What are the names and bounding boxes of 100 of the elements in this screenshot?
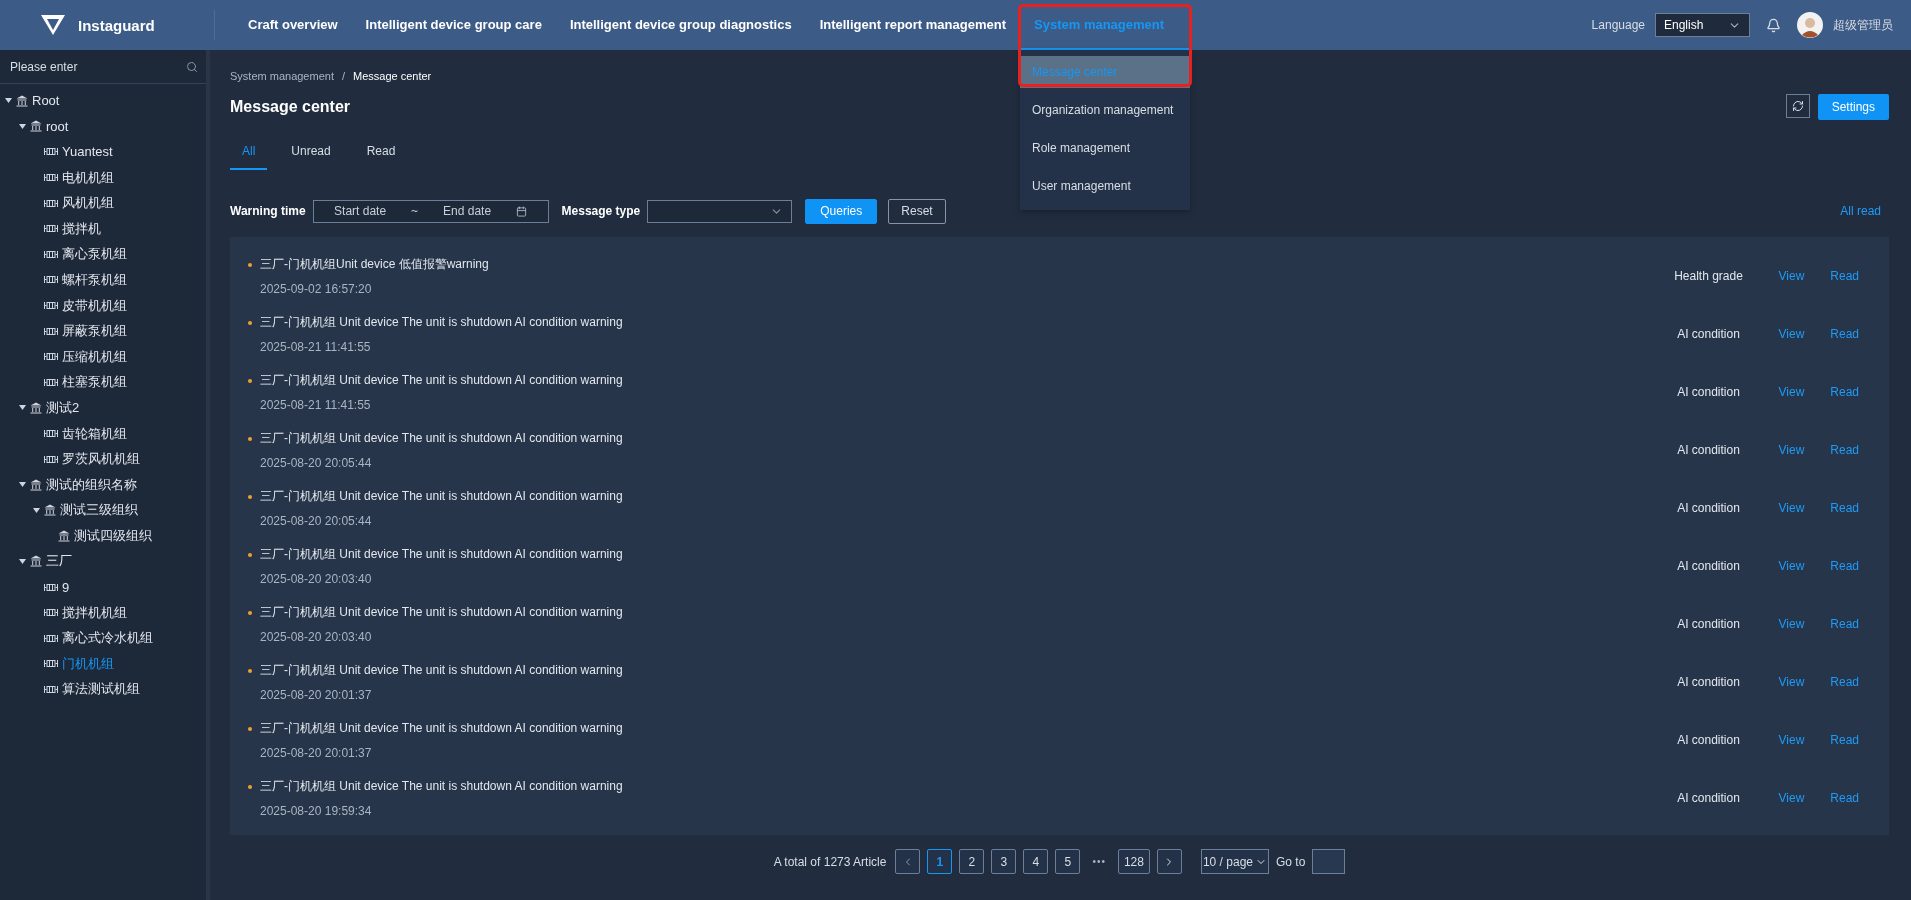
tree-item[interactable]: 测试的组织名称 bbox=[46, 475, 137, 494]
page-button[interactable]: 3 bbox=[991, 849, 1017, 874]
caret-icon[interactable] bbox=[18, 123, 26, 129]
search-icon[interactable] bbox=[186, 60, 198, 73]
tree-item[interactable]: 罗茨风机机组 bbox=[62, 450, 140, 469]
tab[interactable]: All bbox=[230, 134, 268, 170]
tree-item[interactable]: 离心泵机组 bbox=[62, 245, 127, 264]
tree-item[interactable]: 9 bbox=[62, 579, 70, 595]
language-label: Language bbox=[1591, 18, 1645, 32]
nav-item[interactable]: Intelligent device group diagnostics bbox=[555, 0, 806, 50]
message-title: 三厂-门机机组 Unit device The unit is shutdown AI condition warning bbox=[260, 372, 623, 389]
tree-item[interactable]: 屏蔽泵机组 bbox=[62, 322, 127, 341]
nav-item[interactable]: Intelligent device group care bbox=[351, 0, 556, 50]
date-range-field[interactable]: Start date ~ End date bbox=[312, 199, 549, 223]
tree-item[interactable]: 算法测试机组 bbox=[62, 680, 140, 699]
view-link[interactable]: View bbox=[1778, 501, 1805, 515]
language-select[interactable]: English bbox=[1655, 13, 1750, 37]
caret-icon[interactable] bbox=[32, 507, 40, 513]
view-link[interactable]: View bbox=[1778, 443, 1805, 457]
tree-item[interactable]: 电机机组 bbox=[62, 168, 114, 187]
message-title: 三厂-门机机组 Unit device The unit is shutdown AI condition warning bbox=[260, 778, 623, 795]
device-icon bbox=[44, 275, 58, 285]
page-button[interactable]: 1 bbox=[927, 849, 953, 874]
message-type: AI condition bbox=[1676, 501, 1741, 515]
read-link[interactable]: Read bbox=[1830, 675, 1859, 689]
breadcrumb-item[interactable]: System management bbox=[230, 70, 334, 82]
menu-item[interactable]: Role management bbox=[1020, 132, 1190, 164]
caret-icon[interactable] bbox=[18, 405, 26, 411]
menu-item[interactable]: Organization management bbox=[1020, 94, 1190, 126]
bell-icon[interactable] bbox=[1766, 17, 1781, 33]
refresh-button[interactable] bbox=[1785, 94, 1810, 118]
next-page-button[interactable] bbox=[1156, 849, 1182, 874]
read-link[interactable]: Read bbox=[1830, 733, 1859, 747]
view-link[interactable]: View bbox=[1778, 327, 1805, 341]
tree-item[interactable]: 皮带机机组 bbox=[62, 296, 127, 315]
tree-item[interactable]: 齿轮箱机组 bbox=[62, 424, 127, 443]
read-link[interactable]: Read bbox=[1830, 559, 1859, 573]
building-icon bbox=[30, 120, 42, 133]
read-link[interactable]: Read bbox=[1830, 327, 1859, 341]
unread-dot bbox=[248, 726, 252, 731]
tree-item[interactable]: 离心式冷水机组 bbox=[62, 629, 153, 648]
read-link[interactable]: Read bbox=[1830, 269, 1859, 283]
tree-item[interactable]: 测试四级组织 bbox=[74, 526, 152, 545]
view-link[interactable]: View bbox=[1778, 675, 1805, 689]
view-link[interactable]: View bbox=[1778, 559, 1805, 573]
building-icon bbox=[44, 504, 56, 517]
page-button[interactable]: 5 bbox=[1055, 849, 1081, 874]
message-type: AI condition bbox=[1676, 327, 1741, 341]
tree-item[interactable]: 三厂 bbox=[46, 552, 72, 571]
view-link[interactable]: View bbox=[1778, 791, 1805, 805]
tree-item[interactable]: 柱塞泵机组 bbox=[62, 373, 127, 392]
caret-icon[interactable] bbox=[18, 559, 26, 564]
device-icon bbox=[44, 377, 58, 387]
tree-item[interactable]: 搅拌机 bbox=[62, 219, 101, 238]
view-link[interactable]: View bbox=[1778, 617, 1805, 631]
device-icon bbox=[44, 301, 58, 311]
tree-item[interactable]: 门机机组 bbox=[62, 654, 114, 673]
device-icon bbox=[44, 659, 58, 669]
building-icon bbox=[30, 478, 42, 491]
tree-item[interactable]: root bbox=[46, 118, 69, 134]
nav-item[interactable]: Intelligent report management bbox=[805, 0, 1020, 50]
read-link[interactable]: Read bbox=[1830, 385, 1859, 399]
page-button[interactable]: 128 bbox=[1117, 849, 1150, 874]
tab[interactable]: Unread bbox=[279, 134, 343, 170]
tree-item[interactable]: 螺杆泵机组 bbox=[62, 270, 127, 289]
view-link[interactable]: View bbox=[1778, 385, 1805, 399]
previous-page-button[interactable] bbox=[895, 849, 921, 874]
message-type-select[interactable] bbox=[647, 199, 793, 223]
tree-item[interactable]: 测试2 bbox=[46, 398, 80, 417]
page-size-select[interactable]: 10 / page bbox=[1200, 849, 1269, 874]
message-type: AI condition bbox=[1676, 559, 1741, 573]
caret-icon[interactable] bbox=[18, 482, 26, 488]
user-name[interactable]: 超级管理员 bbox=[1833, 16, 1893, 34]
read-link[interactable]: Read bbox=[1830, 791, 1859, 805]
tree-item[interactable]: 风机机组 bbox=[62, 194, 114, 213]
tree-search-field[interactable]: Please enter bbox=[8, 58, 158, 75]
message-type: Health grade bbox=[1673, 269, 1744, 283]
tab[interactable]: Read bbox=[354, 134, 408, 170]
tree-item[interactable]: 压缩机机组 bbox=[62, 347, 127, 366]
page-ellipsis[interactable]: ••• bbox=[1087, 856, 1111, 867]
read-link[interactable]: Read bbox=[1830, 443, 1859, 457]
menu-item[interactable]: User management bbox=[1020, 170, 1190, 202]
all-read-link[interactable]: All read bbox=[1840, 204, 1881, 218]
tree-item[interactable]: 搅拌机机组 bbox=[62, 603, 127, 622]
tree-item[interactable]: Yuantest bbox=[62, 144, 113, 160]
nav-item[interactable]: Craft overview bbox=[234, 0, 352, 50]
read-link[interactable]: Read bbox=[1830, 501, 1859, 515]
tree-item[interactable]: Root bbox=[32, 93, 60, 109]
brand-name: Instaguard bbox=[78, 16, 155, 34]
message-title: 三厂-门机机组Unit device 低值报警warning bbox=[260, 256, 489, 273]
reset-button[interactable]: Reset bbox=[888, 198, 946, 224]
avatar[interactable] bbox=[1797, 12, 1823, 38]
caret-icon[interactable] bbox=[4, 98, 12, 104]
view-link[interactable]: View bbox=[1778, 269, 1805, 283]
page-button[interactable]: 4 bbox=[1023, 849, 1049, 874]
read-link[interactable]: Read bbox=[1830, 617, 1859, 631]
tree-item[interactable]: 测试三级组织 bbox=[60, 501, 138, 520]
goto-field[interactable] bbox=[1312, 849, 1346, 874]
view-link[interactable]: View bbox=[1778, 733, 1805, 747]
page-button[interactable]: 2 bbox=[959, 849, 985, 874]
